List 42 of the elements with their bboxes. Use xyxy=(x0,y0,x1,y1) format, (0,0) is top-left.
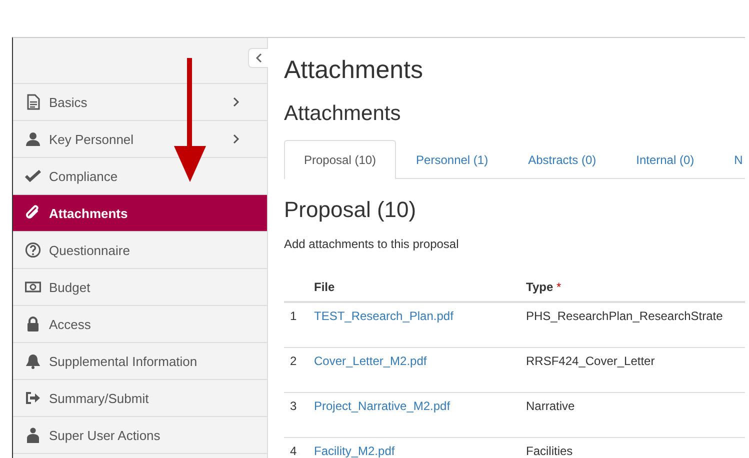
file-link[interactable]: Facility_M2.pdf xyxy=(314,444,395,458)
table-cell: PHS_ResearchPlan_ResearchStrate xyxy=(526,309,723,323)
page-title: Attachments xyxy=(284,56,424,86)
tab[interactable]: N xyxy=(714,140,745,179)
panel-description: Add attachments to this proposal xyxy=(284,237,460,251)
tab[interactable]: Personnel (1) xyxy=(396,140,508,179)
document-icon xyxy=(25,94,41,110)
banknote-icon xyxy=(25,279,41,295)
checkmark-icon xyxy=(25,168,41,184)
required-marker: * xyxy=(556,280,562,294)
question-icon xyxy=(25,242,41,258)
section-title: Attachments xyxy=(284,102,402,126)
row-number: 4 xyxy=(290,444,297,458)
column-header: File xyxy=(314,280,335,294)
sidebar-item[interactable]: Supplemental Information xyxy=(13,343,267,380)
sidebar-item[interactable]: Super User Actions xyxy=(13,417,267,454)
lock-icon xyxy=(25,316,41,332)
sign-out-icon xyxy=(25,390,41,406)
file-link[interactable]: Project_Narrative_M2.pdf xyxy=(314,399,450,413)
sidebar-item[interactable]: Summary/Submit xyxy=(13,380,267,417)
row-number: 2 xyxy=(290,354,297,368)
table-cell: Narrative xyxy=(526,399,575,413)
panel-title: Proposal (10) xyxy=(284,197,418,223)
sidebar-item[interactable]: Access xyxy=(13,306,267,343)
collapse-button[interactable] xyxy=(248,48,268,68)
tab[interactable]: Abstracts (0) xyxy=(508,140,616,179)
tab[interactable]: Proposal (10) xyxy=(284,140,396,179)
chevron-left-icon xyxy=(254,53,262,63)
tab[interactable]: Internal (0) xyxy=(616,140,714,179)
paperclip-icon xyxy=(25,205,41,221)
table-cell: RRSF424_Cover_Letter xyxy=(526,354,655,368)
row-number: 1 xyxy=(290,309,297,323)
bell-icon xyxy=(25,353,41,369)
person-icon xyxy=(25,131,41,147)
sidebar-item[interactable]: Budget xyxy=(13,269,267,306)
column-header: Type xyxy=(526,280,554,294)
sidebar-item[interactable]: Attachments xyxy=(13,195,267,232)
file-link[interactable]: Cover_Letter_M2.pdf xyxy=(314,354,427,368)
row-number: 3 xyxy=(290,399,297,413)
table-cell: Facilities xyxy=(526,444,573,458)
file-link[interactable]: TEST_Research_Plan.pdf xyxy=(314,309,454,323)
sidebar-item[interactable]: Questionnaire xyxy=(13,232,267,269)
